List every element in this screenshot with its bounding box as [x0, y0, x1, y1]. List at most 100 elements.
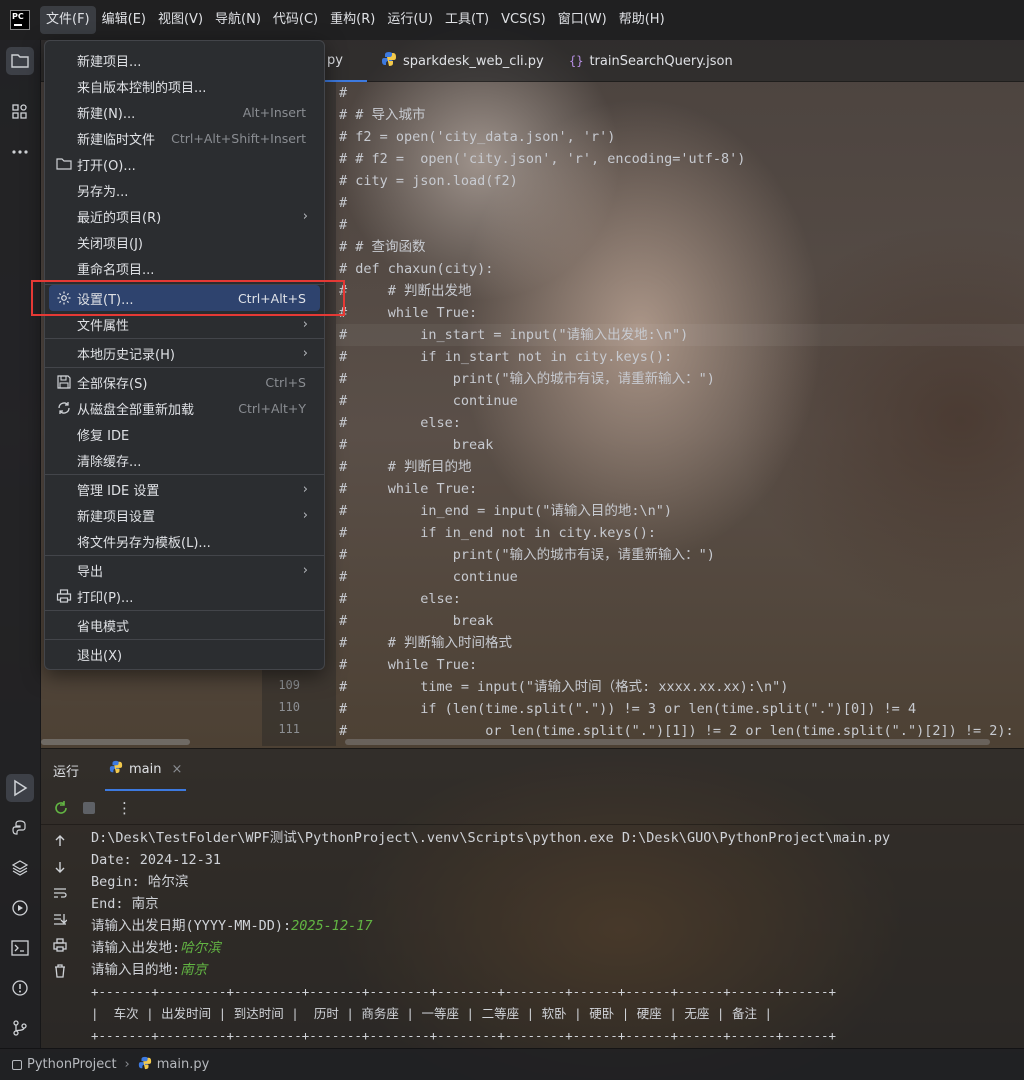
- problems-icon[interactable]: [6, 974, 34, 1002]
- run-header: 运行 main ×: [41, 749, 1024, 791]
- menu-item-new-scratch-file[interactable]: 新建临时文件 Ctrl+Alt+Shift+Insert: [49, 125, 320, 151]
- code-line: # continue: [339, 393, 518, 409]
- project-folder-icon[interactable]: [6, 47, 34, 75]
- python-packages-icon[interactable]: [6, 854, 34, 882]
- tab-sparkdesk-web-cli[interactable]: sparkdesk_web_cli.py: [381, 40, 544, 82]
- scroll-to-end-icon[interactable]: [50, 909, 70, 929]
- line-number: 110: [278, 700, 300, 714]
- menu-item-local-history[interactable]: 本地历史记录(H) ›: [49, 340, 320, 366]
- close-icon[interactable]: ×: [172, 762, 183, 777]
- menu-item-new[interactable]: 新建(N)... Alt+Insert: [49, 99, 320, 125]
- menu-run[interactable]: 运行(U): [381, 6, 439, 34]
- menu-help[interactable]: 帮助(H): [613, 6, 671, 34]
- menu-item-close-project[interactable]: 关闭项目(J): [49, 229, 320, 255]
- menu-separator: [45, 639, 324, 640]
- save-icon: [56, 374, 72, 390]
- menu-tools[interactable]: 工具(T): [439, 6, 495, 34]
- menu-item-export[interactable]: 导出 ›: [49, 557, 320, 583]
- python-console-icon[interactable]: [6, 814, 34, 842]
- menu-separator: [45, 555, 324, 556]
- tab-label: py: [327, 52, 343, 68]
- run-panel-title: 运行: [53, 764, 80, 780]
- console-line: Date: 2024-12-31: [91, 852, 222, 868]
- print-icon: [56, 588, 72, 604]
- menu-separator: [45, 338, 324, 339]
- menu-item-new-project-setup[interactable]: 新建项目设置 ›: [49, 502, 320, 528]
- menu-edit[interactable]: 编辑(E): [96, 6, 152, 34]
- terminal-icon[interactable]: [6, 934, 34, 962]
- breadcrumb-file[interactable]: main.py: [157, 1057, 210, 1072]
- menu-item-reload-all-from-disk[interactable]: 从磁盘全部重新加载 Ctrl+Alt+Y: [49, 395, 320, 421]
- menu-item-recent-projects[interactable]: 最近的项目(R) ›: [49, 203, 320, 229]
- menu-item-repair-ide[interactable]: 修复 IDE: [49, 421, 320, 447]
- services-icon[interactable]: [6, 894, 34, 922]
- code-line: # city = json.load(f2): [339, 173, 518, 189]
- menu-separator: [45, 610, 324, 611]
- pycharm-logo-icon[interactable]: PC: [10, 10, 30, 30]
- menu-file[interactable]: 文件(F): [40, 6, 96, 34]
- menu-item-new-project[interactable]: 新建项目...: [49, 47, 320, 73]
- code-line: # while True:: [339, 481, 478, 497]
- menu-item-print[interactable]: 打印(P)...: [49, 583, 320, 609]
- menu-item-save-as[interactable]: 另存为...: [49, 177, 320, 203]
- menu-item-exit[interactable]: 退出(X): [49, 641, 320, 667]
- arrow-down-icon[interactable]: [50, 857, 70, 877]
- menu-window[interactable]: 窗口(W): [552, 6, 613, 34]
- code-editor[interactable]: # # # 导入城市 # f2 = open('city_data.json',…: [336, 82, 1024, 746]
- console-user-input: 2025-12-17: [291, 918, 373, 934]
- menu-vcs[interactable]: VCS(S): [495, 6, 552, 34]
- code-line: # continue: [339, 569, 518, 585]
- menu-refactor[interactable]: 重构(R): [324, 6, 381, 34]
- horizontal-scrollbar[interactable]: [41, 739, 190, 745]
- rerun-icon[interactable]: [53, 800, 69, 816]
- menu-navigate[interactable]: 导航(N): [209, 6, 267, 34]
- arrow-up-icon[interactable]: [50, 831, 70, 851]
- menu-item-invalidate-caches[interactable]: 清除缓存...: [49, 447, 320, 473]
- run-tool-icon[interactable]: [6, 774, 34, 802]
- reload-icon: [56, 400, 72, 416]
- submenu-arrow-icon: ›: [302, 507, 308, 523]
- line-number: 109: [278, 678, 300, 692]
- menu-item-project-from-vcs[interactable]: 来自版本控制的项目...: [49, 73, 320, 99]
- console-user-input: 哈尔滨: [180, 940, 221, 956]
- console-line: End: 南京: [91, 896, 159, 912]
- code-line: # while True:: [339, 657, 478, 673]
- tab-main-py[interactable]: py: [321, 40, 367, 82]
- console-user-input: 南京: [180, 962, 208, 978]
- menu-item-power-save-mode[interactable]: 省电模式: [49, 612, 320, 638]
- folder-icon: [56, 156, 72, 172]
- stop-icon[interactable]: [83, 801, 95, 814]
- console-table-border: +-------+---------+---------+-------+---…: [91, 984, 837, 999]
- breadcrumb-project[interactable]: PythonProject: [27, 1057, 117, 1072]
- git-icon[interactable]: [6, 1014, 34, 1042]
- print-icon[interactable]: [50, 935, 70, 955]
- settings-highlight-box: [31, 280, 345, 316]
- trash-icon[interactable]: [50, 961, 70, 981]
- code-line: # else:: [339, 415, 461, 431]
- run-tab-main[interactable]: main ×: [105, 749, 187, 791]
- console-line: Begin: 哈尔滨: [91, 874, 189, 890]
- tab-train-search-query-json[interactable]: {} trainSearchQuery.json: [569, 40, 733, 82]
- structure-icon[interactable]: [6, 98, 34, 126]
- code-line: # else:: [339, 591, 461, 607]
- code-line: # f2 = open('city_data.json', 'r'): [339, 129, 616, 145]
- menu-item-open[interactable]: 打开(O)...: [49, 151, 320, 177]
- more-tools-icon[interactable]: [6, 138, 34, 166]
- menu-view[interactable]: 视图(V): [152, 6, 209, 34]
- menu-code[interactable]: 代码(C): [267, 6, 324, 34]
- menu-item-manage-ide-settings[interactable]: 管理 IDE 设置 ›: [49, 476, 320, 502]
- more-options-icon[interactable]: ⋮: [117, 799, 132, 817]
- code-line: # # f2 = open('city.json', 'r', encoding…: [339, 151, 746, 167]
- soft-wrap-icon[interactable]: [50, 883, 70, 903]
- submenu-arrow-icon: ›: [302, 481, 308, 497]
- code-line: # if (len(time.split(".")) != 3 or len(t…: [339, 701, 917, 717]
- menu-item-save-all[interactable]: 全部保存(S) Ctrl+S: [49, 369, 320, 395]
- editor-horizontal-scrollbar[interactable]: [345, 739, 990, 745]
- code-line: # print("输入的城市有误，请重新输入："): [339, 371, 715, 387]
- line-number: 111: [278, 722, 300, 736]
- menu-item-save-as-template[interactable]: 将文件另存为模板(L)...: [49, 528, 320, 554]
- project-module-icon: [12, 1059, 22, 1070]
- menu-item-rename-project[interactable]: 重命名项目...: [49, 255, 320, 281]
- code-line: #: [339, 195, 348, 211]
- console-output[interactable]: D:\Desk\TestFolder\WPF测试\PythonProject\.…: [91, 827, 1021, 1049]
